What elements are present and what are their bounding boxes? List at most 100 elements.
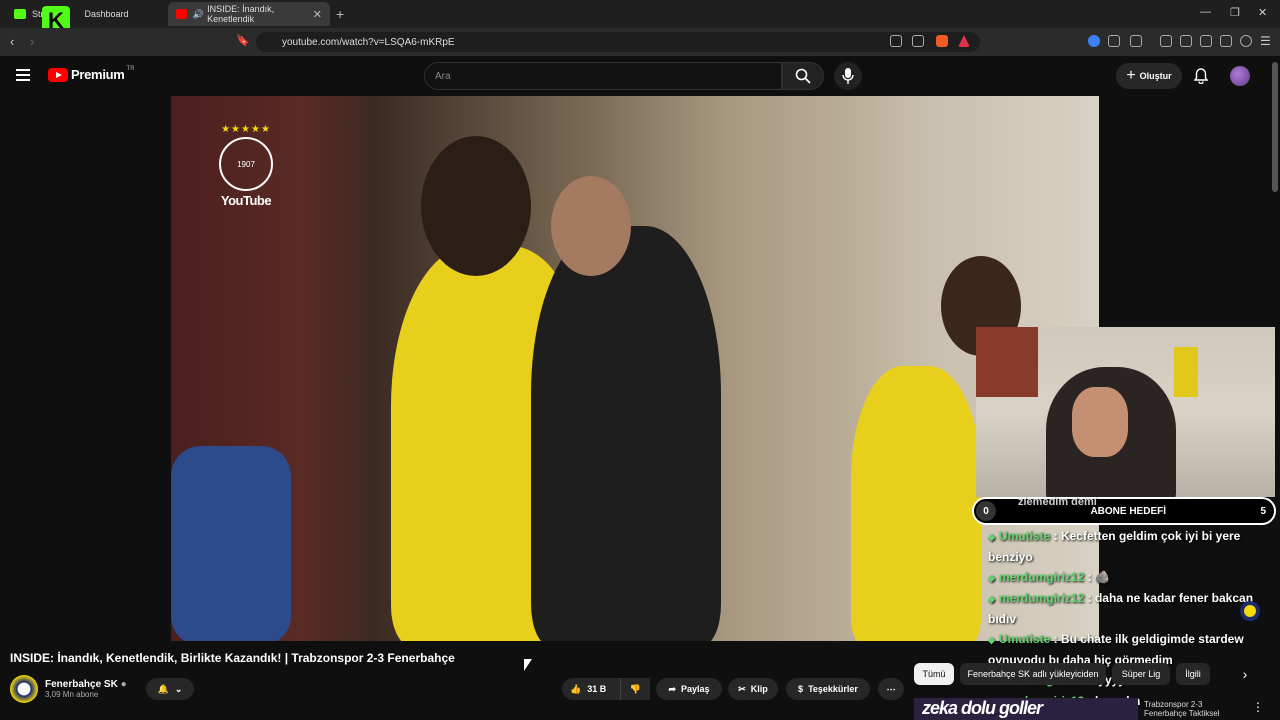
more-icon: ⋯ (886, 683, 896, 694)
chevron-down-icon: ⌄ (174, 683, 183, 694)
chip-super-lig[interactable]: Süper Lig (1112, 663, 1170, 685)
fenerbahce-crest-icon: 1907 (219, 137, 273, 191)
bookmark-icon[interactable]: 🔖 (236, 34, 250, 47)
mouse-cursor-icon (524, 659, 532, 671)
recommended-video-title[interactable]: Trabzonspor 2-3 Fenerbahçe Taktiksel (1144, 700, 1244, 718)
chat-text: zlemedim demi (1018, 496, 1097, 508)
notifications-toggle-button[interactable]: 🔔 ⌄ (146, 678, 194, 700)
chip-all[interactable]: Tümü (914, 663, 954, 685)
chip-label: Fenerbahçe SK adlı yükleyiciden (967, 669, 1099, 679)
fenerbahce-badge-icon (1240, 601, 1260, 621)
video-frame-figure (531, 226, 721, 641)
goal-start: 0 (976, 501, 996, 521)
thanks-button[interactable]: $ Teşekkürler (786, 678, 870, 700)
youtube-favicon-icon (176, 9, 187, 19)
share-icon: ➦ (668, 683, 676, 694)
scissors-icon: ✂ (738, 683, 746, 694)
close-window-icon[interactable]: ✕ (1258, 6, 1267, 19)
chip-label: İlgili (1185, 669, 1201, 679)
vpn-icon[interactable] (1240, 35, 1252, 47)
maximize-icon[interactable]: ❐ (1230, 6, 1240, 19)
minimize-icon[interactable]: — (1200, 6, 1211, 18)
microphone-icon (842, 68, 854, 84)
speaker-icon: 🔊 (192, 8, 205, 19)
brand-label: Premium (71, 67, 125, 82)
more-actions-button[interactable]: ⋯ (878, 678, 904, 700)
back-icon[interactable]: ‹ (10, 34, 14, 49)
recommended-video-thumbnail[interactable]: zeka dolu goller (914, 698, 1138, 720)
webcam-figure (1174, 347, 1198, 397)
bell-icon (1193, 68, 1209, 85)
wallet-icon[interactable] (1200, 35, 1212, 47)
channel-info: Fenerbahçe SK ● 3,09 Mn abone (10, 675, 127, 703)
recommended-more-icon[interactable]: ⋮ (1252, 700, 1264, 714)
share-button[interactable]: ➦ Paylaş (656, 678, 722, 700)
create-button[interactable]: + Oluştur (1116, 63, 1182, 89)
channel-avatar[interactable] (10, 675, 38, 703)
new-tab-button[interactable]: + (336, 6, 344, 22)
chip-label: Tümü (922, 669, 946, 679)
browser-menu-icon[interactable]: ☰ (1260, 34, 1271, 48)
chat-user: Umutiste (998, 529, 1051, 543)
url-text: youtube.com/watch?v=LSQA6-mKRpE (282, 36, 455, 48)
search-button[interactable] (782, 62, 824, 90)
chat-user: merdumgiriz12 (998, 570, 1085, 584)
address-bar[interactable]: youtube.com/watch?v=LSQA6-mKRpE (256, 32, 980, 52)
thanks-icon: $ (798, 684, 804, 694)
youtube-premium-logo[interactable]: Premium TR (48, 65, 135, 82)
extension-1-icon[interactable] (1108, 35, 1120, 47)
clip-button[interactable]: ✂ Klip (728, 678, 778, 700)
install-icon[interactable] (890, 35, 902, 47)
audio-icon[interactable] (1088, 35, 1100, 47)
youtube-play-icon (48, 67, 68, 82)
notifications-button[interactable] (1193, 68, 1209, 89)
chat-line: ◆ merdumgiriz12 : daha ne kadar fener bak… (988, 591, 1254, 626)
chat-user: merdumgiriz12 (998, 591, 1085, 605)
search-input[interactable]: Ara (424, 62, 782, 90)
close-tab-icon[interactable]: ✕ (313, 8, 322, 21)
tab-label-2: Dashboard (84, 9, 129, 19)
tab-youtube-video[interactable]: 🔊 INSIDE: İnandık, Kenetlendik ✕ (168, 2, 330, 26)
region-label: TR (126, 65, 135, 72)
chat-user: Umutiste (998, 632, 1051, 646)
search-icon (795, 68, 811, 84)
tab-label: INSIDE: İnandık, Kenetlendik (207, 4, 275, 24)
video-title: INSIDE: İnandık, Kenetlendik, Birlikte K… (10, 651, 455, 665)
video-frame-figure (421, 136, 531, 276)
chip-related[interactable]: İlgili (1176, 663, 1210, 685)
forward-icon[interactable]: › (30, 34, 34, 49)
music-icon[interactable] (1160, 35, 1172, 47)
extension-2-icon[interactable] (1130, 35, 1142, 47)
hamburger-menu-icon[interactable] (16, 69, 30, 84)
chat-line: ◆ Umutiste : Kecfetten geldim çok iyi bi … (988, 529, 1241, 564)
video-player[interactable]: ★★★★★ 1907 YouTube (171, 96, 1099, 641)
browser-toolbar: ‹ › 🔖 youtube.com/watch?v=LSQA6-mKRpE ☰ (0, 28, 1280, 56)
subscriber-count: 3,09 Mn abone (45, 690, 99, 699)
youtube-header: Premium TR Ara + Oluştur (0, 56, 1280, 96)
kick-favicon-icon (14, 9, 26, 19)
share-page-icon[interactable] (912, 35, 924, 47)
chat-line: ◆ merdumgiriz12 : 🪨 (988, 570, 1110, 584)
sidebar-icon[interactable] (1180, 35, 1192, 47)
thanks-label: Teşekkürler (808, 684, 858, 694)
chat-badge-icon: ◆ (988, 635, 995, 645)
emote-icon: 🪨 (1094, 570, 1110, 584)
voice-search-button[interactable] (834, 62, 862, 90)
chips-next-icon[interactable]: › (1236, 663, 1254, 685)
dislike-button[interactable]: 👎 (620, 678, 650, 700)
chip-label: Süper Lig (1121, 669, 1161, 679)
chat-badge-icon: ◆ (988, 532, 995, 542)
goal-end: 5 (1260, 505, 1266, 517)
page-scrollbar[interactable] (1272, 62, 1278, 192)
verified-icon: ● (120, 679, 127, 690)
tab-streamer-dashboard[interactable]: Stre Dashboard (6, 2, 166, 26)
leo-icon[interactable] (1220, 35, 1232, 47)
brave-shield-icon[interactable] (936, 35, 948, 47)
channel-name[interactable]: Fenerbahçe SK (45, 679, 118, 690)
account-avatar[interactable] (1230, 66, 1250, 86)
like-count: 31 B (587, 684, 607, 694)
video-frame-figure (851, 366, 981, 641)
thumbnail-text: zeka dolu goller (922, 698, 1043, 718)
search-placeholder: Ara (435, 70, 451, 82)
chip-channel-uploads[interactable]: Fenerbahçe SK adlı yükleyiciden (960, 663, 1106, 685)
